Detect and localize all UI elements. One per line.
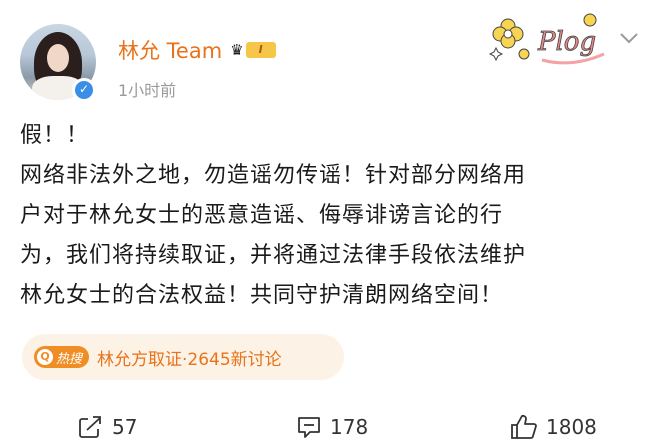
- post-line: 假！！: [20, 123, 90, 148]
- smiley-icon: [583, 13, 597, 27]
- like-count: 1808: [546, 415, 597, 439]
- plog-decoration: Plog: [488, 13, 605, 65]
- level-badge: I: [245, 42, 276, 58]
- post-line: 网络非法外之地，勿造谣勿传谣！针对部分网络用: [20, 163, 527, 188]
- crown-icon: ♛: [230, 41, 244, 59]
- post-content: 假！！ 网络非法外之地，勿造谣勿传谣！针对部分网络用 户对于林允女士的恶意造谣、…: [20, 116, 640, 316]
- repost-count: 57: [112, 415, 138, 439]
- avatar-face: [47, 44, 69, 72]
- post-line: 户对于林允女士的恶意造谣、侮辱诽谤言论的行: [20, 203, 504, 228]
- post-line: 林允女士的合法权益！共同守护清朗网络空间！: [20, 283, 504, 308]
- post-time: 1小时前: [118, 81, 177, 100]
- repost-icon: [79, 416, 101, 438]
- author-row: 林允 Team ♛ I: [118, 36, 276, 64]
- search-icon: Q: [37, 349, 53, 365]
- repost-button[interactable]: 57: [78, 414, 137, 440]
- hot-search-logo-text: 热搜: [56, 351, 83, 367]
- flower-icon: [492, 18, 524, 49]
- comment-count: 178: [330, 415, 369, 439]
- like-button[interactable]: 1808: [510, 414, 597, 440]
- hot-search-text: 林允方取证·2645新讨论: [97, 349, 282, 370]
- chevron-down-icon[interactable]: [618, 30, 640, 46]
- small-flower-icon: [518, 48, 530, 60]
- member-badge[interactable]: ♛ I: [230, 41, 276, 59]
- hot-search-icon: Q 热搜: [34, 346, 90, 368]
- post-line: 为，我们将持续取证，并将通过法律手段依法维护: [20, 243, 527, 268]
- comment-button[interactable]: 178: [296, 414, 368, 440]
- plog-text: Plog: [537, 27, 596, 57]
- action-bar: 57 178 1808: [0, 410, 648, 444]
- hot-search-link[interactable]: Q 热搜 林允方取证·2645新讨论: [22, 334, 344, 380]
- like-icon: [511, 414, 537, 439]
- verified-icon: ✓: [72, 78, 96, 102]
- author-name[interactable]: 林允 Team: [118, 35, 222, 65]
- comment-icon: [298, 417, 320, 438]
